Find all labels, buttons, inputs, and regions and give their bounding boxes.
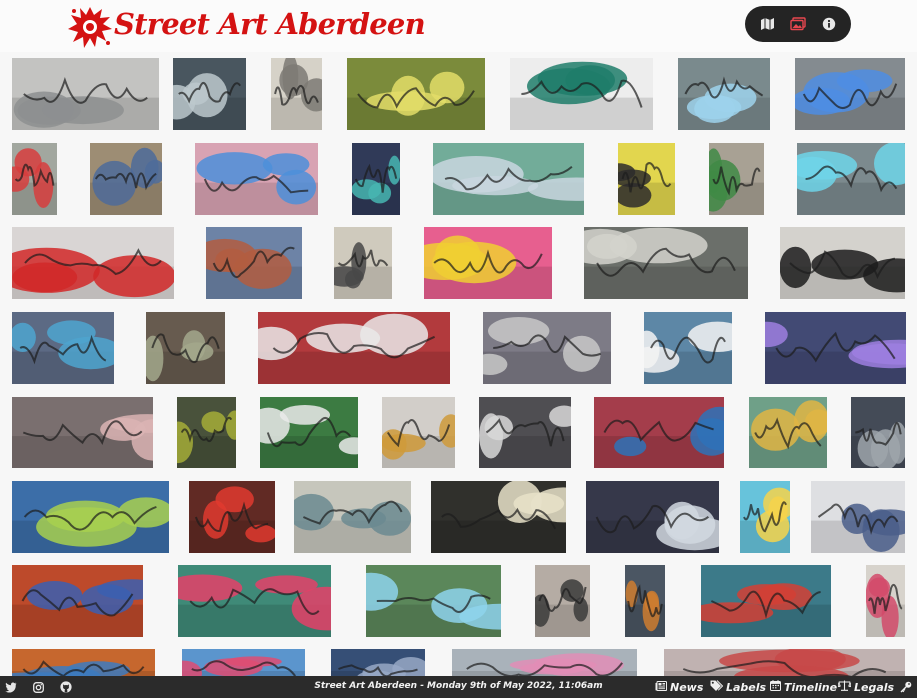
scales-icon: [837, 680, 852, 694]
gallery-photo[interactable]: [811, 481, 905, 553]
gallery-photo[interactable]: [12, 143, 57, 215]
gallery-photo[interactable]: [594, 397, 724, 468]
calendar-icon: [770, 680, 781, 694]
gallery-photo[interactable]: [294, 481, 411, 553]
gallery-photo[interactable]: [12, 481, 169, 553]
gallery-photo[interactable]: [797, 143, 905, 215]
gallery-photo[interactable]: [866, 565, 905, 637]
footer-link-timeline-label: Timeline: [784, 680, 838, 694]
footer-link-labels[interactable]: Labels: [710, 679, 766, 695]
gallery-photo[interactable]: [780, 227, 905, 299]
map-icon[interactable]: [757, 14, 777, 34]
site-header: Street Art Aberdeen: [0, 0, 917, 52]
gallery-photo[interactable]: [618, 143, 675, 215]
gallery-photo[interactable]: [740, 481, 790, 553]
gallery-photo[interactable]: [452, 649, 637, 676]
gallery-photo[interactable]: [586, 481, 719, 553]
gallery-photo[interactable]: [271, 58, 322, 130]
gallery-photo[interactable]: [12, 58, 159, 130]
view-switcher: [745, 6, 851, 42]
footer-link-legals[interactable]: Legals: [837, 679, 895, 695]
gallery-photo[interactable]: [12, 649, 155, 676]
gallery-photo[interactable]: [260, 397, 358, 468]
gallery-photo[interactable]: [644, 312, 732, 384]
gallery-photo[interactable]: [749, 397, 827, 468]
tags-icon: [710, 680, 724, 694]
gallery-photo[interactable]: [424, 227, 552, 299]
gallery-photo[interactable]: [347, 58, 485, 130]
gallery-photo[interactable]: [12, 312, 114, 384]
gallery-photo[interactable]: [177, 397, 236, 468]
gallery-photo[interactable]: [701, 565, 831, 637]
site-title[interactable]: Street Art Aberdeen: [114, 7, 426, 41]
gallery-photo[interactable]: [173, 58, 246, 130]
gallery-photo[interactable]: [625, 565, 665, 637]
gallery-photo[interactable]: [431, 481, 566, 553]
gallery-photo[interactable]: [584, 227, 748, 299]
gallery-icon[interactable]: [788, 14, 808, 34]
gallery-photo[interactable]: [795, 58, 905, 130]
gallery-photo[interactable]: [334, 227, 392, 299]
gallery-photo[interactable]: [146, 312, 225, 384]
gallery-photo[interactable]: [678, 58, 770, 130]
gallery-photo[interactable]: [182, 649, 305, 676]
gallery-photo[interactable]: [664, 649, 905, 676]
footer-link-legals-label: Legals: [854, 680, 895, 694]
gallery-photo[interactable]: [178, 565, 331, 637]
key-icon[interactable]: [899, 680, 913, 694]
newspaper-icon: [655, 680, 667, 694]
gallery-photo[interactable]: [433, 143, 584, 215]
gallery-photo[interactable]: [510, 58, 653, 130]
gallery-photo[interactable]: [366, 565, 501, 637]
gallery-photo[interactable]: [483, 312, 611, 384]
photo-gallery: [0, 52, 917, 676]
gallery-photo[interactable]: [90, 143, 162, 215]
gallery-photo[interactable]: [12, 565, 143, 637]
gallery-photo[interactable]: [12, 227, 174, 299]
gallery-photo[interactable]: [195, 143, 318, 215]
gallery-photo[interactable]: [352, 143, 400, 215]
gallery-photo[interactable]: [12, 397, 153, 468]
gallery-photo[interactable]: [206, 227, 302, 299]
gallery-photo[interactable]: [851, 397, 905, 468]
gallery-photo[interactable]: [382, 397, 455, 468]
footer-link-news[interactable]: News: [655, 679, 703, 695]
footer-link-timeline[interactable]: Timeline: [770, 679, 837, 695]
gallery-photo[interactable]: [189, 481, 275, 553]
gallery-photo[interactable]: [709, 143, 764, 215]
gallery-photo[interactable]: [258, 312, 450, 384]
gallery-photo[interactable]: [535, 565, 590, 637]
gallery-photo[interactable]: [479, 397, 571, 468]
footer-link-labels-label: Labels: [726, 680, 767, 694]
info-icon[interactable]: [819, 14, 839, 34]
site-footer: Street Art Aberdeen - Monday 9th of May …: [0, 676, 917, 698]
footer-link-news-label: News: [670, 680, 704, 694]
paint-splat-logo-icon[interactable]: [66, 3, 114, 51]
gallery-photo[interactable]: [331, 649, 425, 676]
gallery-photo[interactable]: [765, 312, 906, 384]
